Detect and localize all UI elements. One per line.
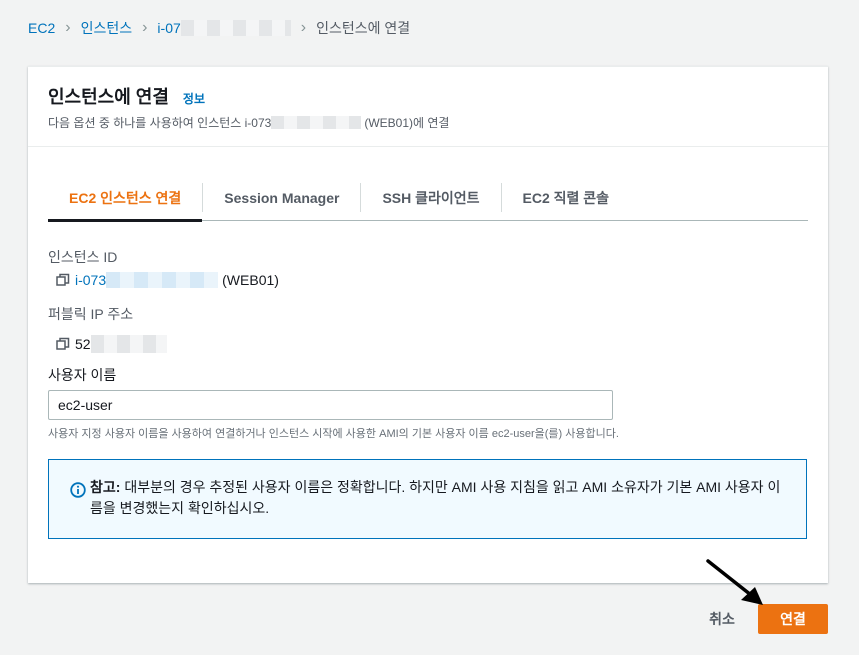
cancel-button[interactable]: 취소 [690,604,754,634]
page-title: 인스턴스에 연결 [48,87,169,107]
tab-ec2-serial-console[interactable]: EC2 직렬 콘솔 [502,175,631,220]
public-ip-value: 52 [56,335,167,353]
info-icon [70,482,86,498]
connect-panel: 인스턴스에 연결 정보 다음 옵션 중 하나를 사용하여 인스턴스 i-073 … [28,66,828,583]
copy-icon[interactable] [56,273,70,287]
info-alert: 참고: 대부분의 경우 추정된 사용자 이름은 정확합니다. 하지만 AMI 사… [48,459,807,539]
public-ip-text: 52 [75,336,91,352]
chevron-right-icon: › [65,19,71,36]
redacted-region [271,116,362,129]
connect-button[interactable]: 연결 [758,604,828,634]
annotation-arrow-icon [706,559,763,605]
redacted-region [180,20,291,36]
alert-strong: 참고: [90,479,121,495]
tab-session-manager[interactable]: Session Manager [203,175,360,220]
username-input[interactable] [48,390,613,420]
public-ip-label: 퍼블릭 IP 주소 [48,306,134,322]
copy-icon[interactable] [56,337,70,351]
instance-id-link[interactable]: i-073 [75,272,106,288]
breadcrumb-instances[interactable]: 인스턴스 [81,18,133,38]
breadcrumb: EC2 › 인스턴스 › i-07 › 인스턴스에 연결 [28,18,410,38]
breadcrumb-instance-id[interactable]: i-07 [157,20,180,36]
info-link[interactable]: 정보 [183,90,205,107]
chevron-right-icon: › [142,19,148,36]
description-suffix: (WEB01)에 연결 [364,116,450,130]
username-label: 사용자 이름 [48,367,117,383]
username-hint: 사용자 지정 사용자 이름을 사용하여 연결하거나 인스턴스 시작에 사용한 A… [48,428,619,440]
redacted-region [106,272,219,288]
alert-text: 대부분의 경우 추정된 사용자 이름은 정확합니다. 하지만 AMI 사용 지침… [90,479,781,516]
instance-name: (WEB01) [222,272,279,288]
panel-header: 인스턴스에 연결 정보 다음 옵션 중 하나를 사용하여 인스턴스 i-073 … [28,67,828,147]
breadcrumb-current: 인스턴스에 연결 [316,20,411,36]
instance-id-value: i-073 (WEB01) [56,272,279,288]
instance-id-label: 인스턴스 ID [48,249,118,265]
connect-tabs: EC2 인스턴스 연결 Session Manager SSH 클라이언트 EC… [48,175,808,222]
chevron-right-icon: › [300,19,307,36]
tab-ssh-client[interactable]: SSH 클라이언트 [361,175,500,220]
redacted-region [90,335,167,353]
breadcrumb-ec2[interactable]: EC2 [28,20,55,36]
tab-ec2-instance-connect[interactable]: EC2 인스턴스 연결 [48,175,203,222]
panel-description: 다음 옵션 중 하나를 사용하여 인스턴스 i-073 (WEB01)에 연결 [48,114,808,131]
description-prefix: 다음 옵션 중 하나를 사용하여 인스턴스 i-073 [48,116,272,130]
